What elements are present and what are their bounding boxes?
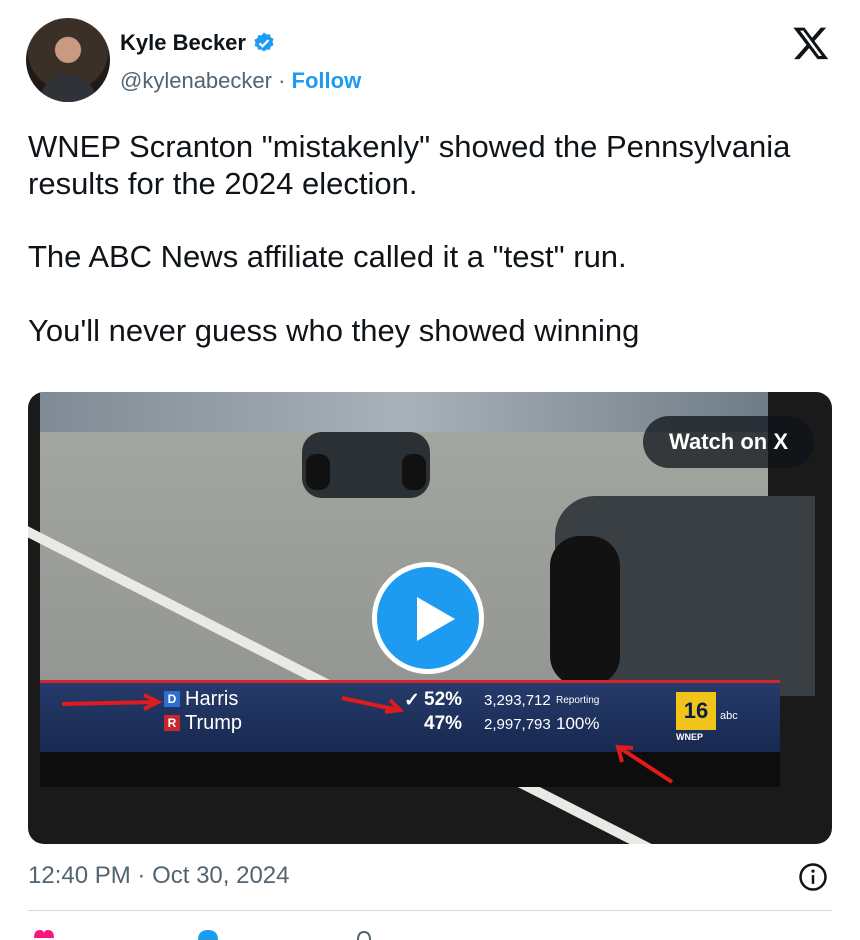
candidate-name: Harris — [185, 688, 239, 710]
candidate-row-trump: R Trump — [164, 712, 242, 735]
author-handle[interactable]: @kylenabecker — [120, 68, 272, 93]
race-car-foreground — [550, 496, 815, 696]
race-car — [302, 432, 430, 498]
timestamp-separator: · — [130, 862, 153, 889]
candidate-row-harris: D Harris — [164, 688, 238, 711]
watch-on-x-button[interactable]: Watch on X — [643, 416, 814, 468]
harris-percent: 52% — [424, 689, 463, 710]
tweet-time: 12:40 PM — [28, 862, 131, 889]
station-call: WNEP — [676, 732, 703, 742]
trump-votes: 2,997,793 — [484, 716, 551, 733]
author-handle-row: @kylenabecker · Follow — [120, 68, 361, 94]
station-number: 16 — [683, 698, 709, 723]
tweet-paragraph: The ABC News affiliate called it a "test… — [28, 239, 627, 275]
author-name[interactable]: Kyle Becker — [120, 30, 246, 56]
tweet-timestamp[interactable]: 12:40 PM · Oct 30, 2024 — [28, 862, 290, 890]
play-icon — [417, 597, 455, 641]
reporting-value: 100% — [556, 714, 600, 733]
trump-percent: 47% — [424, 713, 463, 734]
follow-button[interactable]: Follow — [292, 68, 362, 93]
harris-votes: 3,293,712 — [484, 692, 551, 709]
tweet-paragraph: WNEP Scranton "mistakenly" showed the Pe… — [28, 129, 791, 202]
heart-icon[interactable] — [32, 928, 56, 940]
handle-separator: · — [271, 68, 292, 93]
tweet-text: WNEP Scranton "mistakenly" showed the Pe… — [28, 128, 828, 349]
author-name-row: Kyle Becker — [120, 30, 276, 56]
author-avatar[interactable] — [26, 18, 110, 102]
station-network: abc — [720, 710, 738, 722]
video-player[interactable]: D Harris R Trump ✓ 52% 47% 3,293,712 2,997… — [28, 392, 832, 844]
info-icon[interactable] — [798, 862, 828, 892]
annotation-arrow-reporting — [615, 744, 674, 784]
party-badge-r: R — [164, 715, 180, 731]
candidate-name: Trump — [185, 712, 243, 734]
verified-badge-icon — [254, 32, 274, 52]
divider — [28, 910, 832, 911]
tweet-date: Oct 30, 2024 — [152, 862, 290, 889]
station-logo: 16 — [676, 692, 716, 730]
play-button[interactable] — [372, 562, 484, 674]
share-icon[interactable] — [352, 928, 376, 940]
x-logo-icon[interactable] — [792, 24, 830, 62]
annotation-arrow-percent — [341, 696, 405, 714]
reply-icon[interactable] — [196, 928, 220, 940]
tweet-paragraph: You'll never guess who they showed winni… — [28, 312, 640, 348]
annotation-arrow-harris — [61, 693, 163, 711]
reporting-label: Reporting — [556, 695, 600, 706]
